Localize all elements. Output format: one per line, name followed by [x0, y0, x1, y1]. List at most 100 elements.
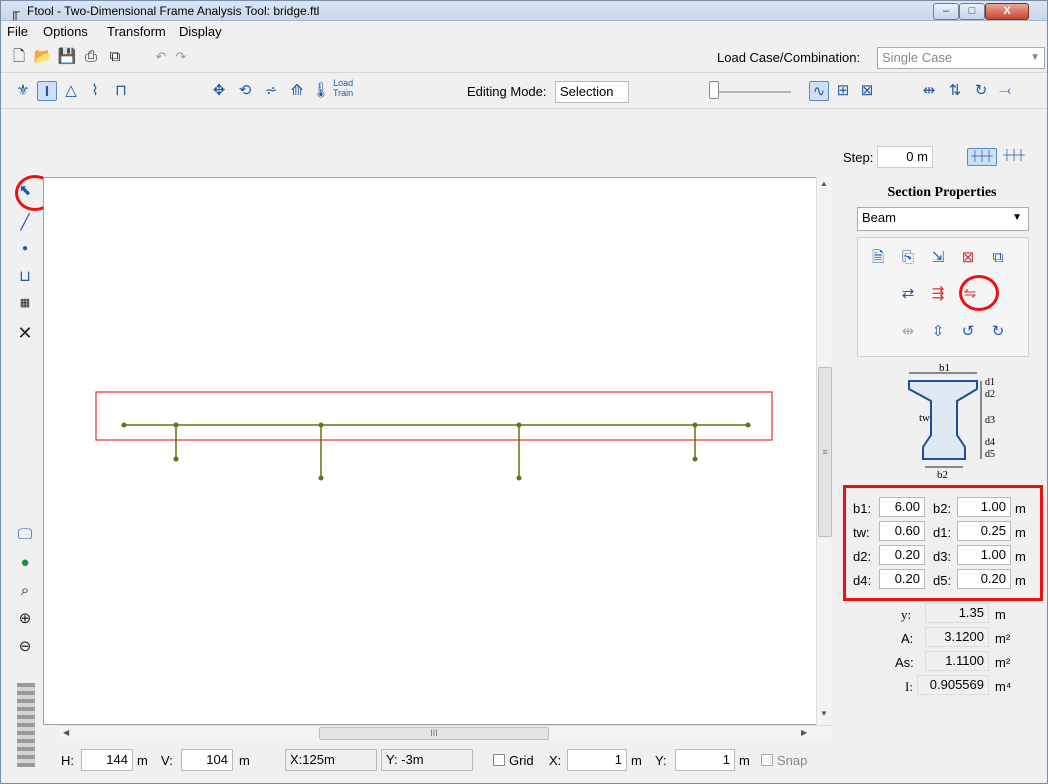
node[interactable] — [318, 422, 324, 428]
horizontal-scroll-thumb[interactable]: III — [319, 727, 549, 740]
structure-drawing — [95, 391, 773, 481]
mirror-h-icon[interactable]: ⇹ — [898, 322, 918, 342]
print-icon[interactable]: ⎙ — [81, 47, 101, 67]
param-unit: m — [1015, 525, 1026, 540]
grid-x-input[interactable]: 1 — [567, 749, 627, 771]
minimize-button[interactable]: – — [933, 3, 959, 20]
import-section-icon[interactable]: ⇲ — [928, 248, 948, 268]
menu-transform[interactable]: Transform — [107, 24, 166, 39]
node[interactable] — [121, 422, 127, 428]
linear-load-icon[interactable]: ⟰ — [287, 81, 307, 101]
section-props-icon[interactable]: ⚜ — [13, 81, 33, 101]
new-section-icon[interactable]: 🗎 — [868, 248, 888, 268]
zoom-out-icon[interactable]: ⊖ — [15, 637, 35, 657]
copy-icon[interactable]: ⧉ — [105, 47, 125, 67]
scale-slider-thumb[interactable] — [709, 81, 719, 99]
mirror-v-icon[interactable]: ⇳ — [928, 322, 948, 342]
apply-section-icon[interactable]: ⇄ — [898, 284, 918, 304]
scale-slider-track[interactable] — [713, 91, 791, 93]
param-d4-input[interactable]: 0.20 — [879, 569, 925, 589]
thermal-load-icon[interactable]: 🌡 — [311, 81, 331, 101]
delete-section-icon[interactable]: ⊠ — [958, 248, 978, 268]
param-b1-input[interactable]: 6.00 — [879, 497, 925, 517]
node[interactable] — [173, 456, 179, 462]
menu-file[interactable]: File — [7, 24, 28, 39]
save-icon[interactable]: 💾 — [57, 47, 77, 67]
param-d1-input[interactable]: 0.25 — [957, 521, 1011, 541]
section-type-select[interactable]: Beam ▼ — [857, 207, 1029, 231]
step-ruler-alt-icon[interactable]: ┼┼┼ — [999, 148, 1029, 166]
scroll-right-icon[interactable]: ▶ — [801, 728, 807, 737]
axial-force-icon[interactable]: ⇹ — [919, 81, 939, 101]
deflection-icon[interactable]: ⤙ — [995, 81, 1015, 101]
param-b2-input[interactable]: 1.00 — [957, 497, 1011, 517]
frame-icon[interactable]: ⊓ — [111, 81, 131, 101]
copy-section-icon[interactable]: ⧉ — [988, 248, 1008, 268]
param-tw-input[interactable]: 0.60 — [879, 521, 925, 541]
scroll-left-icon[interactable]: ◀ — [63, 728, 69, 737]
envelope-icon[interactable]: ⊠ — [857, 81, 877, 101]
node[interactable] — [745, 422, 751, 428]
scroll-up-icon[interactable]: ▲ — [820, 179, 828, 188]
v-input[interactable]: 104 — [181, 749, 233, 771]
scroll-down-icon[interactable]: ▼ — [820, 709, 828, 718]
param-d3-input[interactable]: 1.00 — [957, 545, 1011, 565]
beam-section-icon[interactable]: I — [37, 81, 57, 101]
ruler-icon[interactable]: ▦ — [15, 293, 35, 313]
moment-load-icon[interactable]: ⟲ — [235, 81, 255, 101]
shear-force-icon[interactable]: ⇅ — [945, 81, 965, 101]
ftool-app-icon: ╓ — [10, 3, 20, 19]
vertical-scroll-thumb[interactable]: ≡ — [818, 367, 832, 537]
load-train-button[interactable]: Load Train — [333, 78, 353, 98]
node[interactable] — [516, 475, 522, 481]
delete-icon[interactable]: ✕ — [15, 323, 35, 343]
status-bar: H: 144 m V: 104 m X:125m Y: -3m Grid X: … — [43, 745, 833, 775]
node[interactable] — [692, 422, 698, 428]
globe-icon[interactable]: ● — [15, 553, 35, 573]
nodal-load-icon[interactable]: ✥ — [209, 81, 229, 101]
line-icon[interactable]: ╱ — [15, 213, 35, 233]
close-button[interactable]: X — [985, 3, 1029, 20]
param-d2-input[interactable]: 0.20 — [879, 545, 925, 565]
menu-options[interactable]: Options — [43, 24, 88, 39]
snap-checkbox[interactable] — [761, 754, 773, 766]
bending-moment-icon[interactable]: ↻ — [971, 81, 991, 101]
dimension-icon[interactable]: ⊔ — [15, 267, 35, 287]
vertical-scrollbar[interactable]: ▲ ≡ ▼ — [816, 177, 833, 725]
load-case-select[interactable]: Single Case ▼ — [877, 47, 1045, 69]
node[interactable] — [173, 422, 179, 428]
y-coordinate-readout: Y: -3m — [381, 749, 473, 771]
zoom-in-icon[interactable]: ⊕ — [15, 609, 35, 629]
result-ybar-unit: m — [995, 607, 1006, 622]
spring-icon[interactable]: ⌇ — [85, 81, 105, 101]
support-icon[interactable]: △ — [61, 81, 81, 101]
step-ruler-icon[interactable]: ┼┼┼ — [967, 148, 997, 166]
node[interactable] — [516, 422, 522, 428]
save-section-icon[interactable]: ⎘ — [898, 248, 918, 268]
display-icon[interactable]: 🖵 — [15, 525, 35, 545]
horizontal-scrollbar[interactable]: ◀ III ▶ — [59, 725, 833, 741]
node-icon[interactable]: ● — [15, 239, 35, 259]
internal-forces-icon[interactable]: ⊞ — [833, 81, 853, 101]
node[interactable] — [318, 475, 324, 481]
h-input[interactable]: 144 — [81, 749, 133, 771]
rotate-cw-icon[interactable]: ↻ — [988, 322, 1008, 342]
step-input[interactable]: 0 m — [877, 146, 933, 168]
apply-all-section-icon[interactable]: ⇶ — [928, 284, 948, 304]
uniform-load-icon[interactable]: ⩫ — [261, 81, 281, 101]
maximize-button[interactable]: □ — [959, 3, 985, 20]
drawing-canvas[interactable] — [43, 177, 833, 725]
node[interactable] — [692, 456, 698, 462]
snap-label: Snap — [777, 753, 808, 768]
open-folder-icon[interactable]: 📂 — [33, 47, 53, 67]
undo-icon[interactable]: ↶ — [151, 47, 171, 67]
rotate-ccw-icon[interactable]: ↺ — [958, 322, 978, 342]
new-file-icon[interactable]: 🗋 — [9, 47, 29, 67]
deformed-shape-icon[interactable]: ∿ — [809, 81, 829, 101]
menu-display[interactable]: Display — [179, 24, 222, 39]
zoom-icon[interactable]: ⌕ — [15, 581, 35, 601]
grid-checkbox[interactable] — [493, 754, 505, 766]
redo-icon[interactable]: ↷ — [171, 47, 191, 67]
grid-y-input[interactable]: 1 — [675, 749, 735, 771]
param-d5-input[interactable]: 0.20 — [957, 569, 1011, 589]
